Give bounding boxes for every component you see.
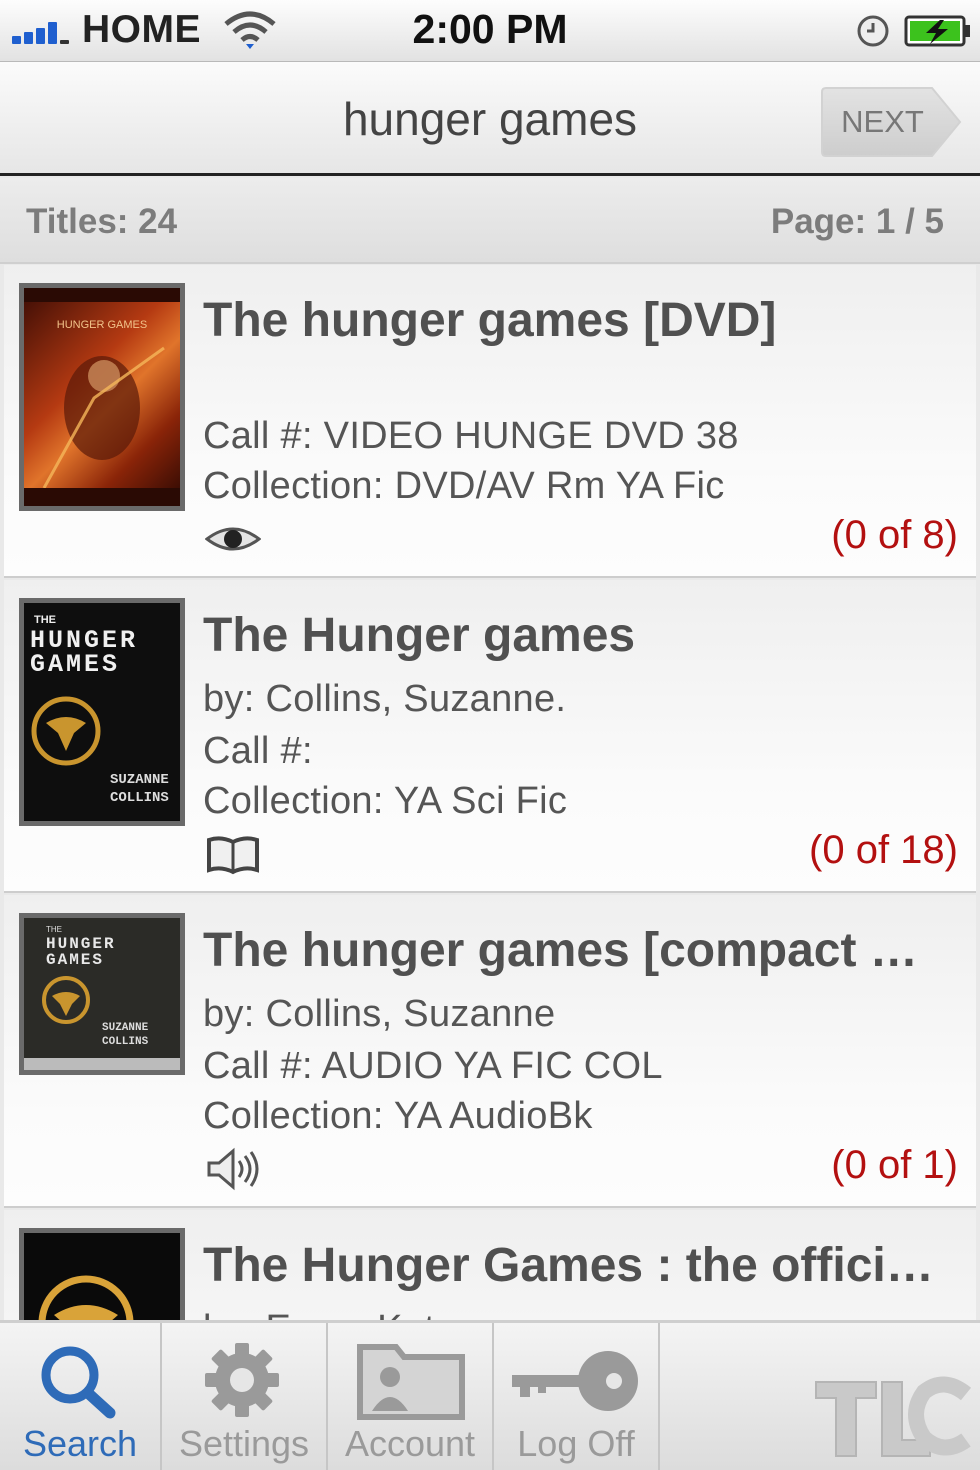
- availability-count: (0 of 8): [831, 513, 958, 557]
- author: by: Collins, Suzanne.: [203, 678, 567, 720]
- call-number: Call #: AUDIO YA FIC COL: [203, 1045, 663, 1087]
- result-row[interactable]: HUNGER GAMES The hunger games [DVD] Call…: [4, 265, 976, 578]
- author: by: Egan, Kate: [203, 1308, 456, 1320]
- tab-label: Log Off: [517, 1423, 635, 1464]
- author: by: Collins, Suzanne: [203, 993, 556, 1035]
- svg-text:COLLINS: COLLINS: [102, 1036, 149, 1048]
- result-row[interactable]: THE HUNGER GAMES SUZANNE COLLINS The Hun…: [4, 580, 976, 893]
- availability-count: (0 of 1): [831, 1143, 958, 1187]
- next-button-label: NEXT: [841, 104, 924, 139]
- battery-icon: [904, 15, 970, 47]
- results-info-bar: Titles: 24 Page: 1 / 5: [0, 178, 980, 264]
- svg-text:SUZANNE: SUZANNE: [110, 772, 169, 788]
- tab-account[interactable]: Account: [328, 1323, 494, 1470]
- status-time: 2:00 PM: [412, 6, 568, 52]
- book-cover-thumbnail: THE HUNGER GAMES SUZANNE COLLINS: [19, 598, 185, 826]
- book-icon: [207, 836, 259, 875]
- account-icon: [357, 1344, 465, 1420]
- result-title[interactable]: The Hunger Games : the official illustra…: [203, 1238, 953, 1293]
- tab-label: Search: [22, 1423, 138, 1464]
- collection: Collection: YA AudioBk: [203, 1095, 593, 1137]
- tab-settings[interactable]: Settings: [162, 1323, 328, 1470]
- status-bar: HOME 2:00 PM: [0, 0, 980, 62]
- eye-icon: [205, 527, 261, 551]
- collection: Collection: DVD/AV Rm YA Fic: [203, 465, 725, 507]
- call-number: Call #: VIDEO HUNGE DVD 38: [203, 415, 739, 457]
- availability-count: (0 of 18): [809, 828, 958, 872]
- tlc-logo: [815, 1376, 972, 1457]
- svg-text:SUZANNE: SUZANNE: [102, 1022, 149, 1034]
- collection: Collection: YA Sci Fic: [203, 780, 568, 822]
- svg-text:GAMES: GAMES: [46, 951, 104, 969]
- result-row[interactable]: THE HUNGER GAMES SUZANNE COLLINS The hun…: [4, 895, 976, 1208]
- results-list[interactable]: HUNGER GAMES The hunger games [DVD] Call…: [4, 265, 976, 1320]
- tab-label: Settings: [178, 1423, 310, 1464]
- tab-log-off[interactable]: Log Off: [494, 1323, 660, 1470]
- next-page-button[interactable]: NEXT: [820, 86, 962, 158]
- search-icon: [41, 1346, 116, 1419]
- svg-text:THE: THE: [46, 925, 62, 934]
- call-number: Call #:: [203, 730, 313, 772]
- book-cover-thumbnail: [19, 1228, 185, 1320]
- tab-search[interactable]: Search: [0, 1323, 162, 1470]
- svg-text:GAMES: GAMES: [30, 650, 120, 679]
- page-indicator: Page: 1 / 5: [770, 202, 944, 241]
- speaker-icon: [207, 1147, 259, 1191]
- svg-text:THE: THE: [34, 614, 56, 626]
- svg-text:COLLINS: COLLINS: [110, 790, 169, 806]
- titles-count: Titles: 24: [26, 202, 178, 241]
- result-title[interactable]: The hunger games [compact disc]: [203, 923, 943, 978]
- result-row[interactable]: The Hunger Games : the official illustra…: [4, 1210, 976, 1320]
- result-title[interactable]: The hunger games [DVD]: [203, 293, 963, 348]
- dvd-cover-thumbnail: HUNGER GAMES: [19, 283, 185, 511]
- key-icon: [512, 1351, 638, 1411]
- result-title[interactable]: The Hunger games: [203, 608, 963, 663]
- gear-icon: [205, 1343, 279, 1417]
- navigation-bar: hunger games NEXT: [0, 62, 980, 176]
- svg-text:HUNGER GAMES: HUNGER GAMES: [57, 319, 147, 331]
- audiobook-cover-thumbnail: THE HUNGER GAMES SUZANNE COLLINS: [19, 913, 185, 1075]
- alarm-clock-icon: [857, 15, 889, 47]
- tab-label: Account: [344, 1423, 476, 1464]
